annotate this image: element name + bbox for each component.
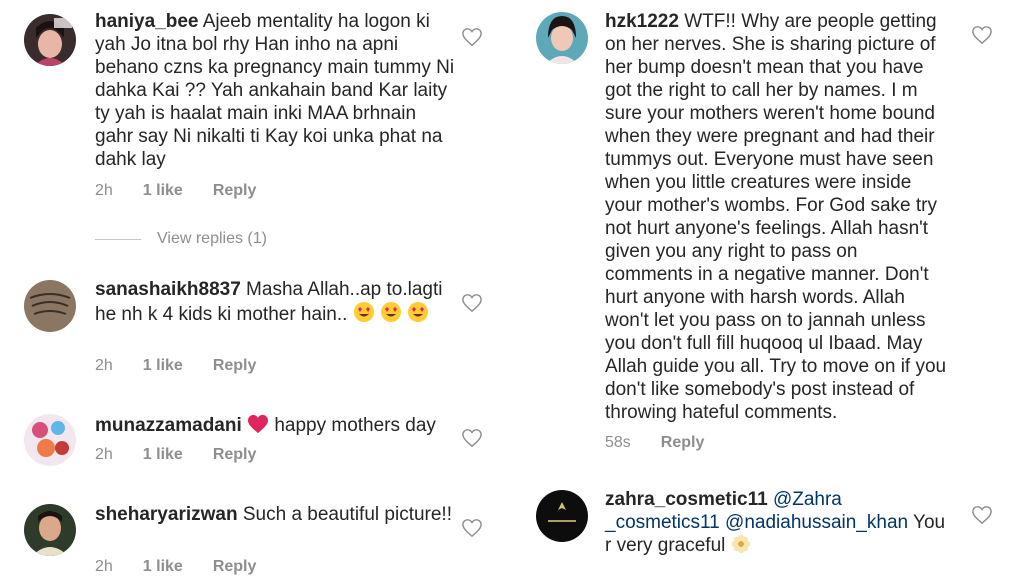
mention-link[interactable]: @nadiahussain_khan <box>725 512 908 533</box>
reply-button[interactable]: Reply <box>213 446 257 464</box>
view-replies-button[interactable]: View replies (1) <box>95 230 267 248</box>
reply-button[interactable]: Reply <box>661 434 705 452</box>
heart-outline-icon[interactable] <box>461 27 483 47</box>
blossom-emoji <box>731 534 751 560</box>
view-replies-label[interactable]: View replies (1) <box>157 230 267 248</box>
likes-count[interactable]: 1 like <box>143 357 183 375</box>
likes-count[interactable]: 1 like <box>143 182 183 200</box>
comment-time: 2h <box>95 446 113 463</box>
reply-button[interactable]: Reply <box>213 182 257 200</box>
heart-eyes-emoji <box>353 301 375 329</box>
column-divider <box>512 0 520 576</box>
heart-eyes-emoji <box>380 301 402 329</box>
comment-text: WTF!! Why are people getting on her nerv… <box>605 11 947 423</box>
comment-text: Such a beautiful picture!! <box>242 504 452 525</box>
right-comment-column: hzk1222 WTF!! Why are people getting on … <box>520 0 1024 576</box>
comment-username[interactable]: munazzamadani <box>95 415 242 436</box>
heart-outline-icon[interactable] <box>461 293 483 313</box>
comment-username[interactable]: sheharyarizwan <box>95 504 238 525</box>
comment-time: 2h <box>95 558 113 575</box>
avatar[interactable] <box>536 12 588 64</box>
heart-eyes-emoji <box>407 301 429 329</box>
left-comment-column: haniya_bee Ajeeb mentality ha logon ki y… <box>0 0 512 576</box>
avatar[interactable] <box>24 504 76 556</box>
heart-outline-icon[interactable] <box>971 505 993 525</box>
comment-time: 58s <box>605 434 631 451</box>
comment-username[interactable]: haniya_bee <box>95 11 199 32</box>
avatar[interactable] <box>536 490 588 542</box>
likes-count[interactable]: 1 like <box>143 446 183 464</box>
comment-username[interactable]: sanashaikh8837 <box>95 279 241 300</box>
heart-outline-icon[interactable] <box>461 428 483 448</box>
comment-text: happy mothers day <box>274 415 436 436</box>
red-heart-emoji <box>247 414 269 440</box>
reply-button[interactable]: Reply <box>213 357 257 375</box>
reply-button[interactable]: Reply <box>213 558 257 576</box>
comment-username[interactable]: hzk1222 <box>605 11 679 32</box>
comment-username[interactable]: zahra_cosmetic11 <box>605 489 768 510</box>
comment-time: 2h <box>95 357 113 374</box>
replies-divider <box>95 238 141 240</box>
heart-outline-icon[interactable] <box>461 518 483 538</box>
avatar[interactable] <box>24 280 76 332</box>
comment-time: 2h <box>95 182 113 199</box>
avatar[interactable] <box>24 14 76 66</box>
heart-outline-icon[interactable] <box>971 25 993 45</box>
likes-count[interactable]: 1 like <box>143 558 183 576</box>
avatar[interactable] <box>24 414 76 466</box>
comment-text: Ajeeb mentality ha logon ki yah Jo itna … <box>95 11 455 170</box>
